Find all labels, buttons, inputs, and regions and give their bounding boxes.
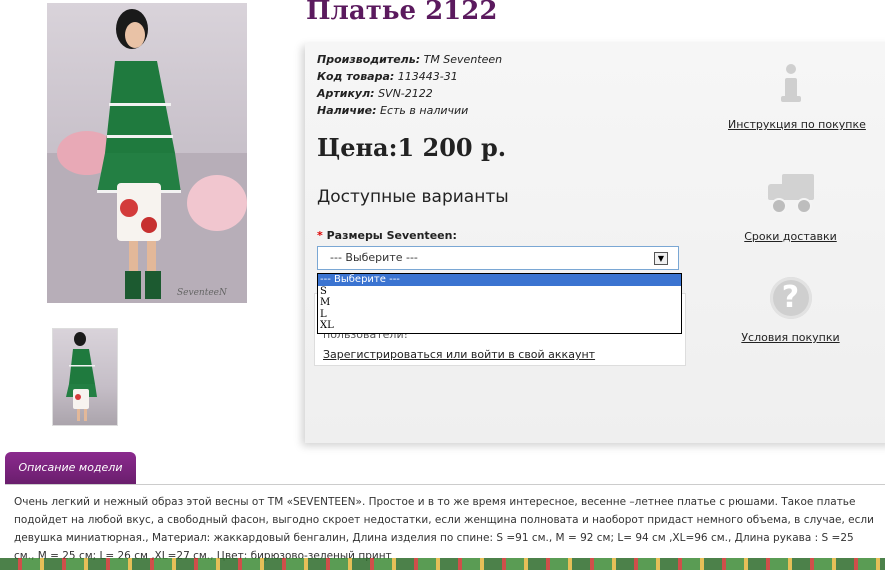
decorative-garland [0, 558, 885, 570]
size-label-text: Размеры Seventeen: [326, 229, 457, 242]
tab-description[interactable]: Описание модели [5, 452, 136, 484]
thumbnail-illustration [66, 332, 97, 421]
product-title: Платье 2122 [306, 0, 498, 26]
availability-label: Наличие: [317, 104, 377, 117]
product-thumbnail[interactable] [52, 328, 118, 426]
register-login-link[interactable]: Зарегистрироваться или войти в свой акка… [323, 348, 595, 361]
size-option-s[interactable]: S [318, 286, 681, 298]
purchase-conditions-item[interactable]: ? Условия покупки [728, 277, 853, 344]
delivery-terms-link[interactable]: Сроки доставки [744, 230, 837, 243]
size-option-placeholder[interactable]: --- Выберите --- [318, 274, 681, 286]
photo-signature: SeventeeN [177, 288, 228, 298]
required-mark: * [317, 229, 323, 242]
size-options-list[interactable]: --- Выберите --- S M L XL [317, 273, 682, 334]
size-option-xl[interactable]: XL [318, 320, 681, 332]
manufacturer-value: ТМ Seventeen [423, 53, 503, 66]
purchase-instructions-item[interactable]: Инструкция по покупке [728, 64, 866, 131]
purchase-instructions-link[interactable]: Инструкция по покупке [728, 118, 866, 131]
manufacturer-label: Производитель: [317, 53, 421, 66]
product-meta: Производитель: ТМ Seventeen Код товара: … [317, 51, 502, 119]
truck-icon[interactable] [766, 174, 816, 214]
variants-title: Доступные варианты [317, 187, 509, 207]
size-option-l[interactable]: L [318, 309, 681, 321]
size-select[interactable]: --- Выберите --- ▼ [317, 246, 679, 270]
availability-value: Есть в наличии [380, 104, 469, 117]
size-label: * Размеры Seventeen: [317, 229, 457, 242]
chevron-down-icon[interactable]: ▼ [654, 252, 668, 265]
main-product-photo[interactable]: SeventeeN [47, 3, 247, 303]
article-label: Артикул: [317, 87, 375, 100]
size-option-m[interactable]: M [318, 297, 681, 309]
delivery-terms-item[interactable]: Сроки доставки [728, 174, 853, 243]
product-code-label: Код товара: [317, 70, 395, 83]
question-icon[interactable]: ? [769, 277, 812, 319]
description-text: Очень легкий и нежный образ этой весны о… [14, 496, 874, 562]
info-icon[interactable] [780, 64, 801, 104]
product-code-value: 113443-31 [397, 70, 458, 83]
product-price: Цена:1 200 р. [317, 133, 507, 162]
article-value: SVN-2122 [378, 87, 433, 100]
purchase-conditions-link[interactable]: Условия покупки [741, 331, 839, 344]
size-select-value: --- Выберите --- [330, 251, 418, 264]
dress-photo-illustration: SeventeeN [47, 9, 247, 303]
